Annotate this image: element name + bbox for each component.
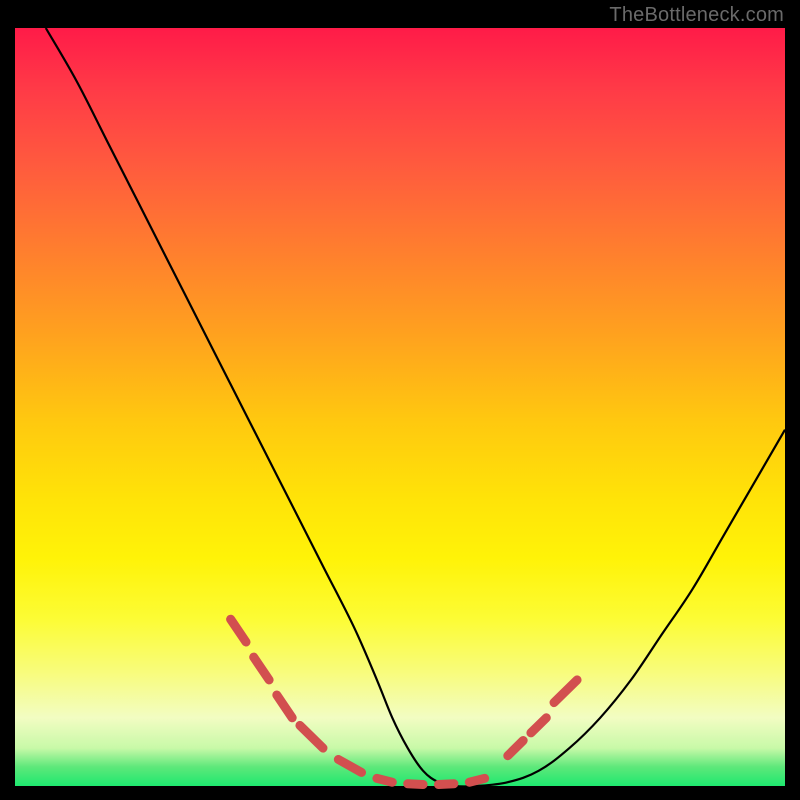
highlight-segment — [254, 657, 269, 680]
highlight-segment — [231, 619, 246, 642]
highlight-segment — [300, 725, 323, 748]
highlight-segment — [469, 778, 484, 782]
bottleneck-curve — [46, 28, 785, 787]
highlight-segment — [554, 680, 577, 703]
chart-frame: TheBottleneck.com — [0, 0, 800, 800]
highlight-segment — [338, 760, 361, 773]
attribution-label: TheBottleneck.com — [609, 4, 784, 27]
highlight-segment — [439, 784, 454, 785]
highlight-segment — [531, 718, 546, 733]
highlight-segments — [231, 619, 577, 784]
highlight-segment — [277, 695, 292, 718]
highlight-segment — [377, 778, 392, 782]
curve-layer — [15, 28, 785, 786]
highlight-segment — [408, 784, 423, 785]
highlight-segment — [508, 741, 523, 756]
